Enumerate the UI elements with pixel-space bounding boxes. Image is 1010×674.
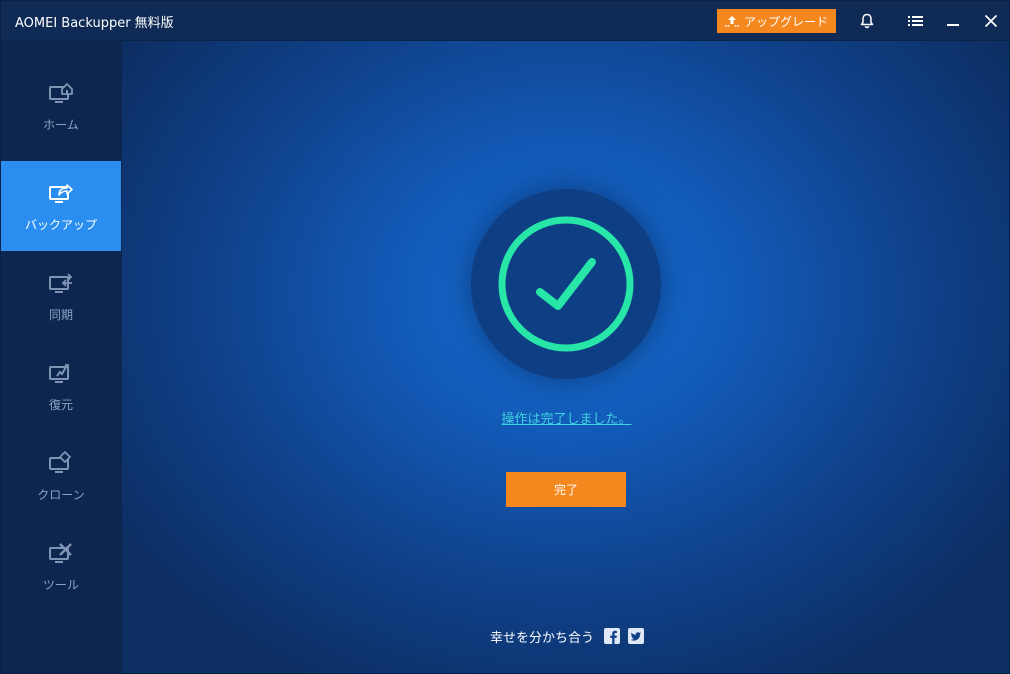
success-badge [471, 189, 661, 379]
close-icon[interactable] [980, 10, 1002, 32]
twitter-icon[interactable] [628, 628, 645, 644]
app-window: AOMEI Backupper 無料版 アップグレード ホーム バックアップ 同… [0, 0, 1010, 674]
sidebar-item-clone[interactable]: クローン [1, 431, 121, 521]
clone-monitor-icon [49, 450, 71, 473]
sync-monitor-icon [49, 272, 73, 293]
check-icon [498, 216, 634, 352]
minimize-icon[interactable] [942, 10, 964, 32]
restore-monitor-icon [49, 363, 69, 383]
title-bar: AOMEI Backupper 無料版 アップグレード [1, 1, 1009, 41]
sidebar-item-sync[interactable]: 同期 [1, 251, 121, 341]
app-title: AOMEI Backupper 無料版 [15, 16, 174, 31]
bell-icon[interactable] [856, 10, 878, 32]
sidebar-item-label: ホーム [43, 117, 79, 132]
status-link[interactable]: 操作は完了しました。 [122, 408, 1009, 427]
done-button[interactable]: 完了 [506, 472, 626, 507]
menu-icon[interactable] [904, 10, 926, 32]
upgrade-button[interactable]: アップグレード [717, 9, 836, 33]
sidebar-item-label: バックアップ [24, 217, 97, 232]
sidebar-item-label: クローン [37, 487, 85, 502]
tools-monitor-icon [49, 542, 72, 563]
sidebar-item-backup[interactable]: バックアップ [1, 161, 121, 251]
sidebar: ホーム バックアップ 同期 復元 クローン ツール [1, 41, 122, 673]
home-monitor-icon [49, 82, 73, 103]
sidebar-item-label: 復元 [48, 397, 73, 412]
upgrade-label: アップグレード [743, 14, 828, 29]
upgrade-arrow-icon [724, 16, 739, 27]
sidebar-item-tools[interactable]: ツール [1, 521, 121, 611]
backup-monitor-icon [49, 183, 73, 203]
share-row: 幸せを分かち合う [490, 627, 645, 646]
share-label: 幸せを分かち合う [490, 630, 595, 646]
main-panel: 操作は完了しました。 完了 幸せを分かち合う [122, 41, 1009, 673]
facebook-icon[interactable] [604, 628, 621, 644]
sidebar-item-home[interactable]: ホーム [1, 61, 121, 151]
sidebar-item-label: ツール [42, 577, 79, 592]
sidebar-item-restore[interactable]: 復元 [1, 341, 121, 431]
sidebar-item-label: 同期 [48, 307, 73, 322]
